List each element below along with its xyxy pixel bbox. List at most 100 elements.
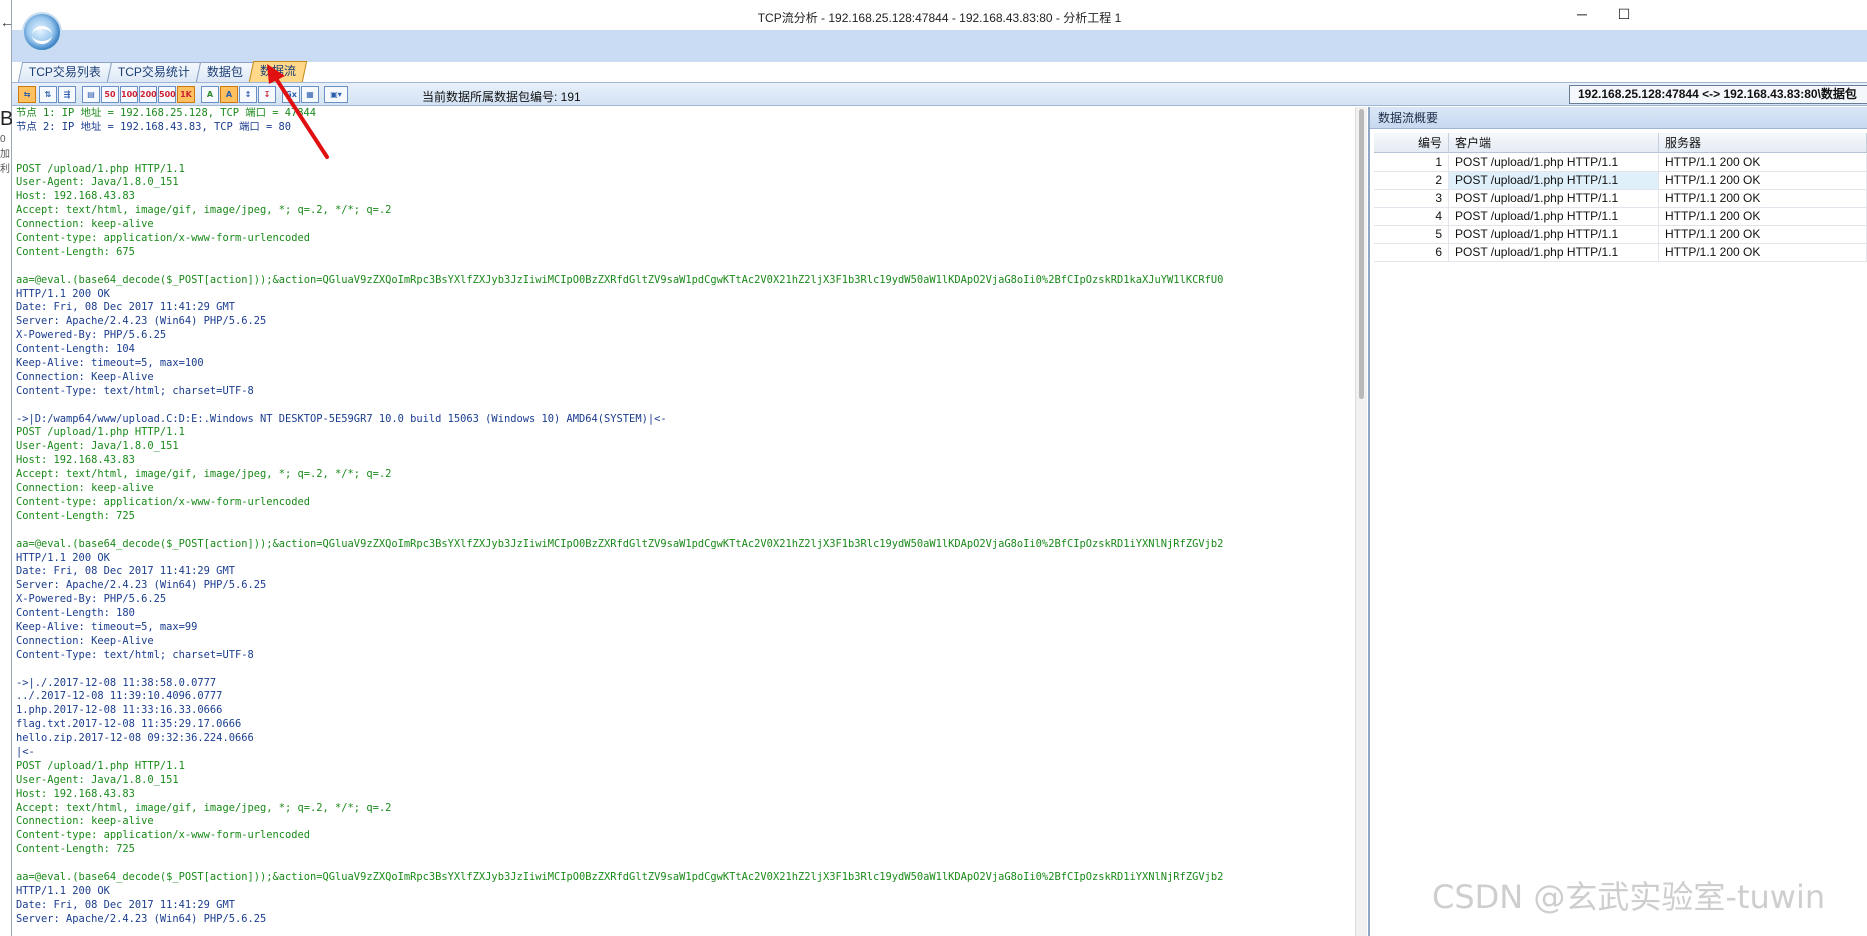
summary-row[interactable]: 3 POST /upload/1.php HTTP/1.1 HTTP/1.1 200… (1374, 190, 1867, 208)
stream-line: Host: 192.168.43.83 (16, 454, 135, 467)
stream-line: Host: 192.168.43.83 (16, 787, 135, 800)
column-header-server[interactable]: 服务器 (1659, 133, 1867, 152)
stream-line: Accept: text/html, image/gif, image/jpeg… (16, 801, 392, 814)
row-client: POST /upload/1.php HTTP/1.1 (1449, 154, 1659, 171)
stream-line: HTTP/1.1 200 OK (16, 884, 110, 897)
stream-line: Accept: text/html, image/gif, image/jpeg… (16, 204, 392, 217)
stream-line (16, 857, 1223, 871)
stream-line: Connection: keep-alive (16, 482, 154, 495)
show-200-button[interactable]: 200 (139, 86, 157, 103)
stream-line: Content-type: application/x-www-form-url… (16, 829, 311, 842)
stream-line: hello.zip.2017-12-08 09:32:36.224.0666 (16, 732, 254, 745)
stream-line (16, 663, 1223, 677)
show-100-button[interactable]: 100 (120, 86, 138, 103)
stream-line: 节点 1: IP 地址 = 192.168.25.128, TCP 端口 = 4… (16, 107, 317, 119)
stream-line: ../.2017-12-08 11:39:10.4096.0777 (16, 690, 223, 703)
background-text: 0加利 (0, 134, 10, 175)
stream-line: Content-Type: text/html; charset=UTF-8 (16, 648, 254, 661)
stream-line (16, 149, 1223, 163)
tab-tcp-transaction-list[interactable]: TCP交易列表 (17, 62, 113, 82)
stream-line: ->|D:/wamp64/www/upload.C:D:E:.Windows N… (16, 412, 667, 425)
stream-line: Date: Fri, 08 Dec 2017 11:41:29 GMT (16, 565, 235, 578)
stream-line: Date: Fri, 08 Dec 2017 11:41:29 GMT (16, 898, 235, 911)
stream-line: aa=@eval.(base64_decode($_POST[action]))… (16, 537, 1224, 550)
column-header-client[interactable]: 客户端 (1449, 133, 1659, 152)
header-band (12, 30, 1867, 62)
row-client: POST /upload/1.php HTTP/1.1 (1449, 208, 1659, 225)
tab-packets[interactable]: 数据包 (195, 62, 255, 82)
row-number: 1 (1374, 154, 1449, 171)
stream-line: HTTP/1.1 200 OK (16, 287, 110, 300)
summary-row[interactable]: 2 POST /upload/1.php HTTP/1.1 HTTP/1.1 200… (1374, 172, 1867, 190)
stream-line: Server: Apache/2.4.23 (Win64) PHP/5.6.25 (16, 315, 267, 328)
stream-text: 节点 1: IP 地址 = 192.168.25.128, TCP 端口 = 4… (16, 107, 1223, 927)
stream-line: 节点 2: IP 地址 = 192.168.43.83, TCP 端口 = 80 (16, 120, 292, 133)
row-server: HTTP/1.1 200 OK (1659, 154, 1867, 171)
stream-line: Content-Length: 104 (16, 343, 135, 356)
summary-pane-title: 数据流概要 (1370, 107, 1867, 129)
stream-line: Accept: text/html, image/gif, image/jpeg… (16, 468, 392, 481)
row-client: POST /upload/1.php HTTP/1.1 (1449, 190, 1659, 207)
row-number: 6 (1374, 244, 1449, 261)
maximize-button[interactable]: ☐ (1614, 6, 1634, 23)
row-number: 5 (1374, 226, 1449, 243)
stream-line: Connection: keep-alive (16, 815, 154, 828)
stream-line (16, 260, 1223, 274)
tab-tcp-transaction-stats[interactable]: TCP交易统计 (106, 62, 202, 82)
filter-icon[interactable]: ⇶ (58, 86, 76, 103)
stream-address-box[interactable]: 192.168.25.128:47844 <-> 192.168.43.83:8… (1569, 85, 1867, 104)
minimize-button[interactable]: ─ (1572, 6, 1592, 22)
row-server: HTTP/1.1 200 OK (1659, 190, 1867, 207)
summary-row[interactable]: 1 POST /upload/1.php HTTP/1.1 HTTP/1.1 200… (1374, 154, 1867, 172)
stream-line: ->|./.2017-12-08 11:38:58.0.0777 (16, 676, 217, 689)
show-50-button[interactable]: 50 (101, 86, 119, 103)
stream-content-pane[interactable]: 节点 1: IP 地址 = 192.168.25.128, TCP 端口 = 4… (12, 107, 1364, 936)
ascii-icon[interactable]: A (201, 86, 219, 103)
copy-icon[interactable]: ▤ (82, 86, 100, 103)
row-client: POST /upload/1.php HTTP/1.1 (1449, 226, 1659, 243)
summary-grid-header: 编号 客户端 服务器 (1374, 133, 1867, 153)
stream-scrollbar[interactable] (1355, 107, 1367, 936)
row-server: HTTP/1.1 200 OK (1659, 226, 1867, 243)
stream-line: X-Powered-By: PHP/5.6.25 (16, 329, 167, 342)
current-packet-label: 当前数据所属数据包编号: 191 (422, 90, 581, 104)
show-1k-button[interactable]: 1K (177, 86, 195, 103)
stream-line: aa=@eval.(base64_decode($_POST[action]))… (16, 273, 1224, 286)
row-server: HTTP/1.1 200 OK (1659, 172, 1867, 189)
stream-line: Connection: keep-alive (16, 218, 154, 231)
annotation-arrow-icon (267, 64, 329, 159)
stream-line: HTTP/1.1 200 OK (16, 551, 110, 564)
stream-line: User-Agent: Java/1.8.0_151 (16, 773, 179, 786)
stream-line: |<- (16, 745, 35, 758)
stream-line: Keep-Alive: timeout=5, max=100 (16, 357, 204, 370)
row-number: 4 (1374, 208, 1449, 225)
stream-line: Server: Apache/2.4.23 (Win64) PHP/5.6.25 (16, 912, 267, 925)
stream-line: User-Agent: Java/1.8.0_151 (16, 176, 179, 189)
stream-line: Connection: Keep-Alive (16, 370, 154, 383)
stream-line: Keep-Alive: timeout=5, max=99 (16, 620, 198, 633)
stream-line (16, 399, 1223, 413)
stream-line: Host: 192.168.43.83 (16, 190, 135, 203)
show-500-button[interactable]: 500 (158, 86, 176, 103)
stream-line: Connection: Keep-Alive (16, 634, 154, 647)
stream-line (16, 135, 1223, 149)
row-client: POST /upload/1.php HTTP/1.1 (1449, 172, 1659, 189)
background-window-strip: ← B 0加利 (0, 0, 14, 936)
scrollbar-thumb[interactable] (1359, 109, 1364, 399)
stream-line: 1.php.2017-12-08 11:33:16.33.0666 (16, 704, 223, 717)
stream-line: User-Agent: Java/1.8.0_151 (16, 440, 179, 453)
app-logo-icon (22, 12, 62, 52)
ascii-alt-icon[interactable]: A (220, 86, 238, 103)
stream-line: Content-Length: 180 (16, 607, 135, 620)
summary-row[interactable]: 5 POST /upload/1.php HTTP/1.1 HTTP/1.1 200… (1374, 226, 1867, 244)
stream-line: Content-type: application/x-www-form-url… (16, 232, 311, 245)
swap-icon[interactable]: ⇆ (18, 86, 36, 103)
summary-row[interactable]: 4 POST /upload/1.php HTTP/1.1 HTTP/1.1 200… (1374, 208, 1867, 226)
flow-icon[interactable]: ⇅ (39, 86, 57, 103)
stream-line (16, 524, 1223, 538)
title-bar: TCP流分析 - 192.168.25.128:47844 - 192.168.… (12, 0, 1867, 52)
stream-line: POST /upload/1.php HTTP/1.1 (16, 426, 185, 439)
column-header-number[interactable]: 编号 (1374, 133, 1449, 152)
summary-row[interactable]: 6 POST /upload/1.php HTTP/1.1 HTTP/1.1 200… (1374, 244, 1867, 262)
stream-summary-pane: 数据流概要 编号 客户端 服务器 1 POST /upload/1.php HTT… (1368, 107, 1867, 936)
